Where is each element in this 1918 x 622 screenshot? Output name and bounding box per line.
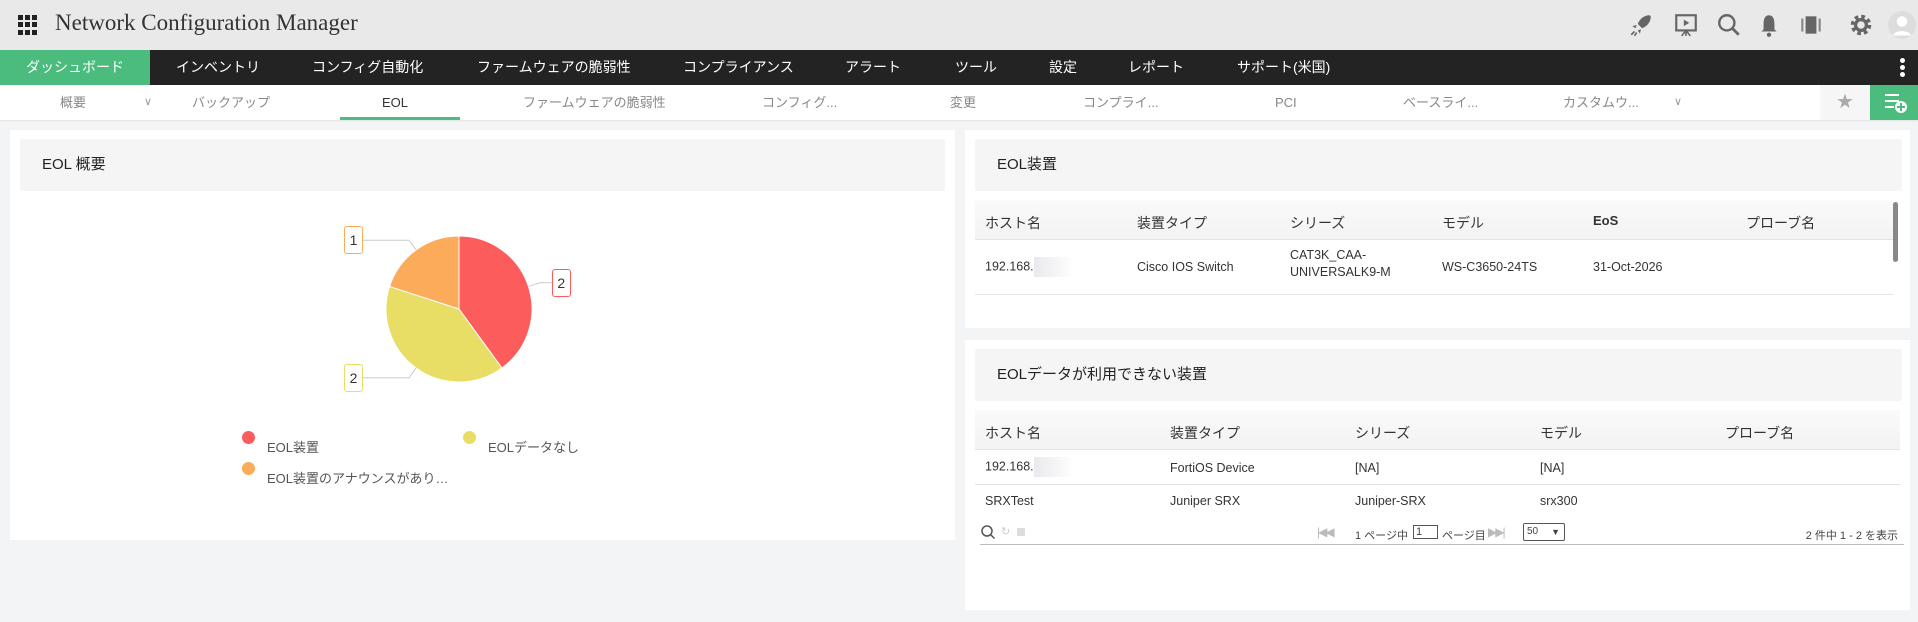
rocket-icon[interactable] bbox=[1628, 12, 1654, 38]
tab-firmware-vulnerability[interactable]: ファームウェアの脆弱性 bbox=[523, 85, 666, 120]
cell-hostname: 192.168. bbox=[985, 457, 1074, 477]
presentation-icon[interactable] bbox=[1673, 12, 1699, 38]
col-device-type[interactable]: 装置タイプ bbox=[1137, 213, 1207, 233]
apps-grid-icon[interactable] bbox=[18, 15, 38, 35]
tab-baseline[interactable]: ベースライ... bbox=[1403, 85, 1478, 120]
tab-config[interactable]: コンフィグ... bbox=[762, 85, 837, 120]
nav-item-firmware-vulnerability[interactable]: ファームウェアの脆弱性 bbox=[477, 50, 631, 85]
col-probe[interactable]: プローブ名 bbox=[1725, 423, 1794, 443]
refresh-icon[interactable]: ↻ bbox=[1001, 525, 1010, 538]
page-input[interactable]: 1 bbox=[1413, 525, 1438, 539]
col-device-type[interactable]: 装置タイプ bbox=[1170, 423, 1240, 443]
page-of-label: 1 ページ中 bbox=[1355, 530, 1408, 542]
nav-item-reports[interactable]: レポート bbox=[1128, 50, 1184, 85]
first-prev-page-icon[interactable]: |◀◀ bbox=[1317, 525, 1335, 539]
nav-item-tools[interactable]: ツール bbox=[955, 50, 997, 85]
table-row[interactable]: SRXTest Juniper SRX Juniper-SRX srx300 bbox=[985, 485, 1885, 517]
bell-icon[interactable] bbox=[1756, 12, 1782, 38]
app-title: Network Configuration Manager bbox=[55, 10, 358, 35]
eol-pie-chart bbox=[363, 235, 552, 383]
cell-device-type: Juniper SRX bbox=[1170, 494, 1241, 508]
more-menu-icon[interactable] bbox=[1900, 58, 1905, 79]
cell-series: [NA] bbox=[1355, 461, 1380, 475]
tab-overview[interactable]: 概要 bbox=[60, 85, 86, 120]
legend-label-eol[interactable]: EOL装置 bbox=[267, 437, 319, 456]
legend-swatch-announced bbox=[242, 462, 255, 475]
footer-divider bbox=[980, 544, 1904, 545]
cell-device-type: Cisco IOS Switch bbox=[1137, 260, 1234, 274]
col-hostname[interactable]: ホスト名 bbox=[985, 213, 1041, 233]
table-row[interactable]: 192.168. Cisco IOS Switch CAT3K_CAA- UNI… bbox=[985, 247, 1885, 282]
no-eol-data-panel: EOLデータが利用できない装置 ホスト名 装置タイプ シリーズ モデル プローブ… bbox=[965, 340, 1910, 610]
pie-label-connector bbox=[363, 239, 417, 251]
tab-backup[interactable]: バックアップ bbox=[192, 85, 270, 120]
col-series[interactable]: シリーズ bbox=[1290, 213, 1345, 233]
tab-compliance[interactable]: コンプライ... bbox=[1083, 85, 1158, 120]
columns-icon[interactable] bbox=[1017, 528, 1025, 536]
col-eos[interactable]: EoS bbox=[1593, 213, 1618, 228]
record-summary: 2 件中 1 - 2 を表示 bbox=[1805, 530, 1898, 542]
next-last-page-icon[interactable]: ▶▶| bbox=[1488, 525, 1506, 539]
add-widget-button[interactable] bbox=[1870, 85, 1918, 120]
row-divider bbox=[975, 294, 1893, 295]
gear-icon[interactable] bbox=[1848, 12, 1874, 38]
cell-series: Juniper-SRX bbox=[1355, 494, 1426, 508]
nav-item-alerts[interactable]: アラート bbox=[845, 50, 901, 85]
list-add-icon bbox=[1885, 94, 1907, 113]
cell-model: srx300 bbox=[1540, 494, 1578, 508]
tab-pci[interactable]: PCI bbox=[1275, 85, 1297, 120]
col-model[interactable]: モデル bbox=[1442, 213, 1484, 233]
tab-changes[interactable]: 変更 bbox=[950, 85, 976, 120]
avatar-icon[interactable] bbox=[1888, 11, 1916, 39]
main-nav: ダッシュボード インベントリ コンフィグ自動化 ファームウェアの脆弱性 コンプラ… bbox=[0, 50, 1918, 85]
nav-item-settings[interactable]: 設定 bbox=[1049, 50, 1077, 85]
table-row[interactable]: 192.168. FortiOS Device [NA] [NA] bbox=[985, 451, 1885, 484]
panel-title: EOLデータが利用できない装置 bbox=[975, 349, 1902, 401]
legend-swatch-eol bbox=[242, 431, 255, 444]
devices-icon[interactable] bbox=[1798, 12, 1824, 38]
search-icon[interactable] bbox=[980, 524, 996, 540]
nav-item-config-automation[interactable]: コンフィグ自動化 bbox=[312, 50, 423, 85]
star-icon[interactable]: ★ bbox=[1820, 85, 1870, 120]
nav-item-dashboard[interactable]: ダッシュボード bbox=[0, 50, 150, 85]
pie-label-connector bbox=[528, 282, 552, 287]
tab-custom[interactable]: カスタムウ... bbox=[1563, 85, 1639, 120]
nav-item-inventory[interactable]: インベントリ bbox=[176, 50, 260, 85]
page-suffix-label: ページ目 bbox=[1442, 530, 1486, 542]
eol-devices-panel: EOL装置 ホスト名 装置タイプ シリーズ モデル EoS プローブ名 192.… bbox=[965, 130, 1910, 328]
cell-hostname: SRXTest bbox=[985, 494, 1034, 508]
nav-item-support[interactable]: サポート(米国) bbox=[1237, 50, 1330, 85]
scrollbar[interactable] bbox=[1893, 202, 1898, 262]
eol-overview-panel: EOL 概要 EOL装置 EOLデータなし EOL装置のアナウンスがあり… 22… bbox=[10, 130, 955, 540]
panel-title: EOL装置 bbox=[975, 139, 1902, 191]
pie-data-label-eol: 2 bbox=[551, 268, 571, 297]
col-probe[interactable]: プローブ名 bbox=[1746, 213, 1815, 233]
legend-label-no-data[interactable]: EOLデータなし bbox=[488, 437, 579, 456]
nav-item-compliance[interactable]: コンプライアンス bbox=[683, 50, 794, 85]
cell-hostname: 192.168. bbox=[985, 257, 1074, 277]
chevron-down-icon[interactable]: ∨ bbox=[144, 85, 152, 120]
legend-label-announced[interactable]: EOL装置のアナウンスがあり… bbox=[267, 468, 449, 487]
tab-eol[interactable]: EOL bbox=[382, 85, 408, 120]
title-bar: Network Configuration Manager bbox=[0, 0, 1918, 50]
active-tab-indicator bbox=[340, 117, 460, 120]
col-hostname[interactable]: ホスト名 bbox=[985, 423, 1041, 443]
chevron-down-icon[interactable]: ∨ bbox=[1674, 85, 1682, 120]
col-model[interactable]: モデル bbox=[1540, 423, 1582, 443]
sub-nav: 概要 ∨ バックアップ EOL ファームウェアの脆弱性 コンフィグ... 変更 … bbox=[0, 85, 1918, 120]
pie-data-label-announced: 1 bbox=[344, 226, 364, 255]
legend-swatch-no-data bbox=[463, 431, 476, 444]
cell-eos: 31-Oct-2026 bbox=[1593, 260, 1663, 274]
pie-data-label-no-data: 2 bbox=[344, 363, 364, 392]
pie-label-connector bbox=[363, 367, 417, 379]
page-size-select[interactable]: 50 ▼ bbox=[1523, 523, 1565, 541]
cell-model: [NA] bbox=[1540, 461, 1565, 475]
cell-device-type: FortiOS Device bbox=[1170, 461, 1255, 475]
col-series[interactable]: シリーズ bbox=[1355, 423, 1410, 443]
search-icon[interactable] bbox=[1716, 12, 1742, 38]
cell-series: CAT3K_CAA- UNIVERSALK9-M bbox=[1290, 248, 1391, 279]
cell-model: WS-C3650-24TS bbox=[1442, 260, 1538, 274]
